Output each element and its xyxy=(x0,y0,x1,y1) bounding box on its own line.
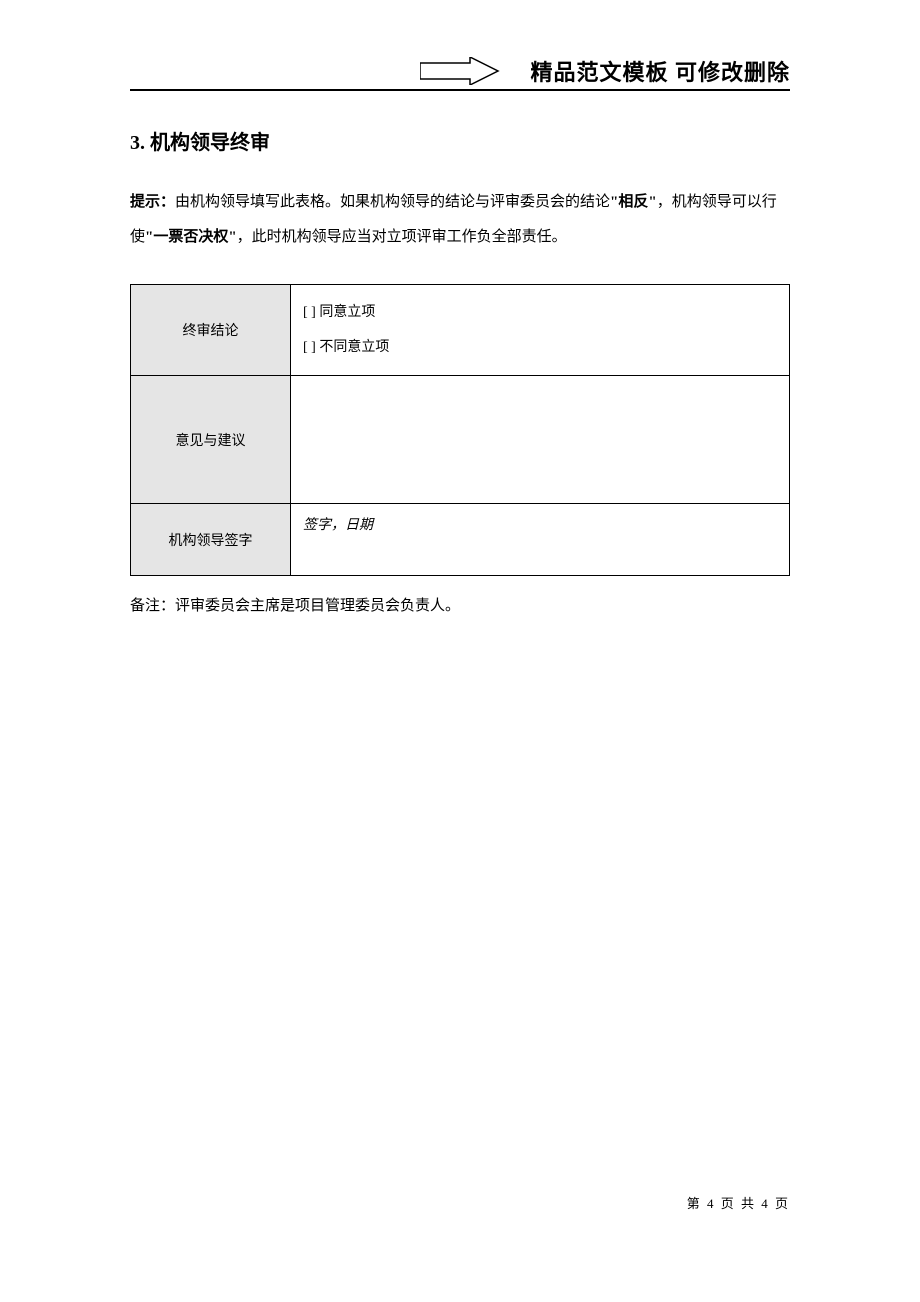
hint-bold-1: "相反" xyxy=(610,194,657,210)
section-heading: 3. 机构领导终审 xyxy=(130,126,790,155)
table-row: 终审结论 [ ] 同意立项 [ ] 不同意立项 xyxy=(131,285,790,376)
signature-hint: 签字，日期 xyxy=(303,518,373,533)
footnote: 备注：评审委员会主席是项目管理委员会负责人。 xyxy=(130,594,790,615)
arrow-right-icon xyxy=(420,57,500,85)
conclusion-value-cell: [ ] 同意立项 [ ] 不同意立项 xyxy=(291,285,790,376)
review-table: 终审结论 [ ] 同意立项 [ ] 不同意立项 意见与建议 机构领导签字 签字，… xyxy=(130,284,790,576)
opinion-value-cell[interactable] xyxy=(291,376,790,504)
opinion-label-cell: 意见与建议 xyxy=(131,376,291,504)
header-section: 精品范文模板 可修改删除 xyxy=(130,55,790,91)
checkbox-option-disagree[interactable]: [ ] 不同意立项 xyxy=(303,330,777,365)
hint-paragraph: 提示：由机构领导填写此表格。如果机构领导的结论与评审委员会的结论"相反"，机构领… xyxy=(130,185,790,254)
checkbox-option-agree[interactable]: [ ] 同意立项 xyxy=(303,295,777,330)
page-number: 第 4 页 共 4 页 xyxy=(687,1193,790,1212)
hint-text-3: ，此时机构领导应当对立项评审工作负全部责任。 xyxy=(237,229,567,245)
signature-value-cell[interactable]: 签字，日期 xyxy=(291,504,790,576)
signature-label-cell: 机构领导签字 xyxy=(131,504,291,576)
section-number: 3. xyxy=(130,132,145,154)
table-row: 机构领导签字 签字，日期 xyxy=(131,504,790,576)
page-container: 精品范文模板 可修改删除 3. 机构领导终审 提示：由机构领导填写此表格。如果机… xyxy=(0,0,920,615)
hint-label: 提示： xyxy=(130,194,175,210)
hint-bold-2: "一票否决权" xyxy=(145,229,237,245)
section-title: 机构领导终审 xyxy=(150,132,270,154)
conclusion-label-cell: 终审结论 xyxy=(131,285,291,376)
header-title: 精品范文模板 可修改删除 xyxy=(530,55,790,87)
table-row: 意见与建议 xyxy=(131,376,790,504)
hint-text-1: 由机构领导填写此表格。如果机构领导的结论与评审委员会的结论 xyxy=(175,194,610,210)
